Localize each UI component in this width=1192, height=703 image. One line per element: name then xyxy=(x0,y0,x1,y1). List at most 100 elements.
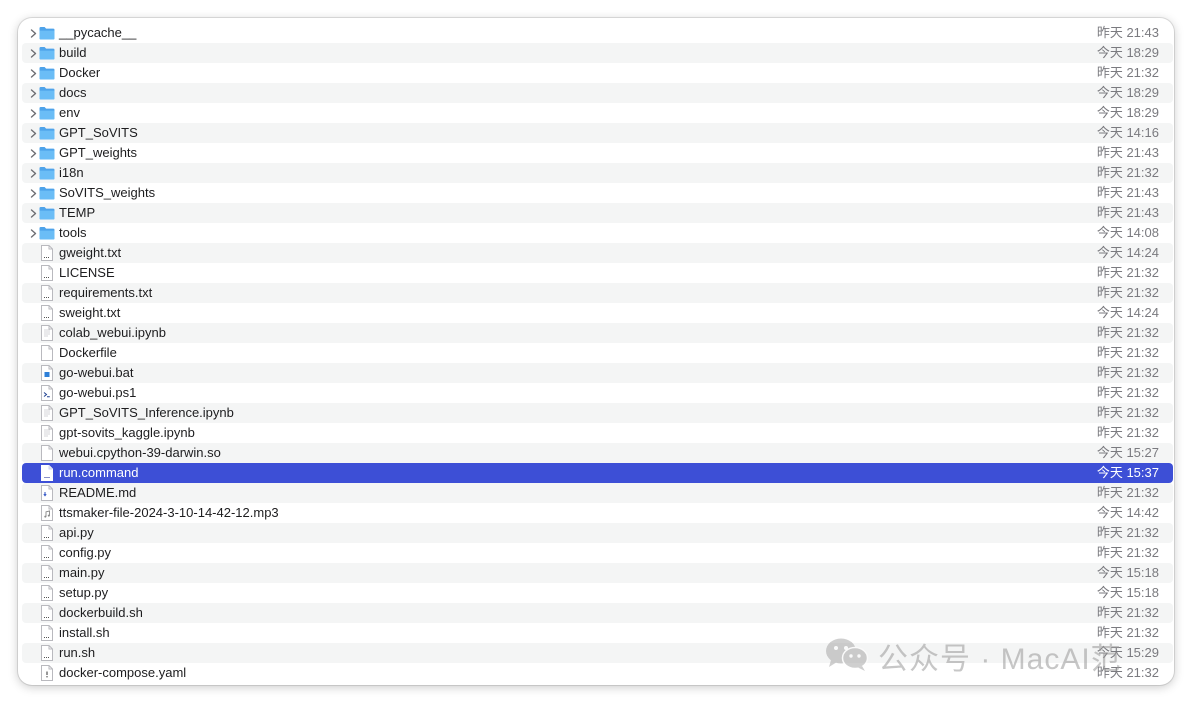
date-modified: 昨天 21:43 xyxy=(1096,145,1159,160)
text-file-icon xyxy=(39,605,55,621)
file-row[interactable]: GPT_SoVITS 今天 14:16 xyxy=(22,123,1173,143)
file-row[interactable]: tools 今天 14:08 xyxy=(22,223,1173,243)
date-modified: 昨天 21:32 xyxy=(1096,325,1159,340)
date-modified: 今天 15:27 xyxy=(1096,445,1159,460)
file-row[interactable]: GPT_SoVITS_Inference.ipynb 昨天 21:32 xyxy=(22,403,1173,423)
disclosure-chevron-icon[interactable] xyxy=(28,63,38,83)
file-name: GPT_SoVITS_Inference.ipynb xyxy=(59,405,234,420)
date-modified: 昨天 21:32 xyxy=(1096,425,1159,440)
disclosure-chevron-icon[interactable] xyxy=(28,83,38,103)
date-modified: 昨天 21:32 xyxy=(1096,345,1159,360)
file-row[interactable]: GPT_weights 昨天 21:43 xyxy=(22,143,1173,163)
file-row[interactable]: dockerbuild.sh 昨天 21:32 xyxy=(22,603,1173,623)
text-file-icon xyxy=(39,305,55,321)
file-name: TEMP xyxy=(59,205,96,220)
disclosure-chevron-icon[interactable] xyxy=(28,123,38,143)
text-file-icon xyxy=(39,525,55,541)
file-row[interactable]: __pycache__ 昨天 21:43 xyxy=(22,23,1173,43)
date-modified: 今天 14:24 xyxy=(1096,245,1159,260)
file-row[interactable]: SoVITS_weights 昨天 21:43 xyxy=(22,183,1173,203)
disclosure-chevron-icon[interactable] xyxy=(28,103,38,123)
file-name: go-webui.bat xyxy=(59,365,134,380)
date-modified: 今天 14:16 xyxy=(1096,125,1159,140)
finder-window: __pycache__ 昨天 21:43 build 今天 18:29 Docker 昨天… xyxy=(18,18,1174,685)
file-row[interactable]: env 今天 18:29 xyxy=(22,103,1173,123)
file-row[interactable]: setup.py 今天 15:18 xyxy=(22,583,1173,603)
file-row[interactable]: run.command 今天 15:37 xyxy=(22,463,1173,483)
file-name: main.py xyxy=(59,565,105,580)
file-name: __pycache__ xyxy=(59,25,137,40)
file-row[interactable]: Docker 昨天 21:32 xyxy=(22,63,1173,83)
file-name: requirements.txt xyxy=(59,285,153,300)
file-name: webui.cpython-39-darwin.so xyxy=(59,445,221,460)
file-row[interactable]: README.md 昨天 21:32 xyxy=(22,483,1173,503)
date-modified: 昨天 21:32 xyxy=(1096,525,1159,540)
bat-file-icon xyxy=(39,365,55,381)
text-file-icon xyxy=(39,645,55,661)
file-row[interactable]: Dockerfile 昨天 21:32 xyxy=(22,343,1173,363)
file-name: LICENSE xyxy=(59,265,115,280)
file-row[interactable]: docs 今天 18:29 xyxy=(22,83,1173,103)
yaml-file-icon xyxy=(39,665,55,681)
file-name: gweight.txt xyxy=(59,245,122,260)
file-row[interactable]: main.py 今天 15:18 xyxy=(22,563,1173,583)
date-modified: 昨天 21:32 xyxy=(1096,285,1159,300)
file-name: Dockerfile xyxy=(59,345,117,360)
disclosure-chevron-icon[interactable] xyxy=(28,223,38,243)
ps1-file-icon xyxy=(39,385,55,401)
file-row[interactable]: ttsmaker-file-2024-3-10-14-42-12.mp3 今天 1… xyxy=(22,503,1173,523)
file-name: run.command xyxy=(59,465,139,480)
folder-icon xyxy=(39,25,55,41)
file-row[interactable]: gweight.txt 今天 14:24 xyxy=(22,243,1173,263)
date-modified: 今天 18:29 xyxy=(1096,85,1159,100)
file-row[interactable]: TEMP 昨天 21:43 xyxy=(22,203,1173,223)
file-row[interactable]: run.sh 今天 15:29 xyxy=(22,643,1173,663)
notebook-file-icon xyxy=(39,405,55,421)
disclosure-chevron-icon[interactable] xyxy=(28,203,38,223)
date-modified: 昨天 21:32 xyxy=(1096,265,1159,280)
file-row[interactable]: go-webui.ps1 昨天 21:32 xyxy=(22,383,1173,403)
file-name: setup.py xyxy=(59,585,109,600)
file-name: ttsmaker-file-2024-3-10-14-42-12.mp3 xyxy=(59,505,279,520)
file-row[interactable]: i18n 昨天 21:32 xyxy=(22,163,1173,183)
file-row[interactable]: build 今天 18:29 xyxy=(22,43,1173,63)
disclosure-chevron-icon[interactable] xyxy=(28,163,38,183)
file-name: docs xyxy=(59,85,87,100)
date-modified: 昨天 21:43 xyxy=(1096,205,1159,220)
text-file-icon xyxy=(39,625,55,641)
folder-icon xyxy=(39,165,55,181)
file-row[interactable]: LICENSE 昨天 21:32 xyxy=(22,263,1173,283)
date-modified: 昨天 21:32 xyxy=(1096,365,1159,380)
file-name: go-webui.ps1 xyxy=(59,385,137,400)
file-row[interactable]: config.py 昨天 21:32 xyxy=(22,543,1173,563)
date-modified: 昨天 21:32 xyxy=(1096,545,1159,560)
file-name: api.py xyxy=(59,525,94,540)
file-row[interactable]: api.py 昨天 21:32 xyxy=(22,523,1173,543)
folder-icon xyxy=(39,225,55,241)
disclosure-chevron-icon[interactable] xyxy=(28,183,38,203)
date-modified: 昨天 21:43 xyxy=(1096,185,1159,200)
file-name: README.md xyxy=(59,485,137,500)
notebook-file-icon xyxy=(39,425,55,441)
date-modified: 今天 18:29 xyxy=(1096,105,1159,120)
file-row[interactable]: colab_webui.ipynb 昨天 21:32 xyxy=(22,323,1173,343)
folder-icon xyxy=(39,65,55,81)
text-file-icon xyxy=(39,265,55,281)
file-name: GPT_SoVITS xyxy=(59,125,138,140)
file-row[interactable]: install.sh 昨天 21:32 xyxy=(22,623,1173,643)
date-modified: 今天 18:29 xyxy=(1096,45,1159,60)
file-row[interactable]: webui.cpython-39-darwin.so 今天 15:27 xyxy=(22,443,1173,463)
file-name: Docker xyxy=(59,65,101,80)
date-modified: 今天 15:29 xyxy=(1096,645,1159,660)
file-row[interactable]: sweight.txt 今天 14:24 xyxy=(22,303,1173,323)
file-row[interactable]: docker-compose.yaml 昨天 21:32 xyxy=(22,663,1173,683)
file-row[interactable]: requirements.txt 昨天 21:32 xyxy=(22,283,1173,303)
file-name: env xyxy=(59,105,80,120)
file-row[interactable]: gpt-sovits_kaggle.ipynb 昨天 21:32 xyxy=(22,423,1173,443)
disclosure-chevron-icon[interactable] xyxy=(28,43,38,63)
file-name: config.py xyxy=(59,545,112,560)
disclosure-chevron-icon[interactable] xyxy=(28,143,38,163)
markdown-file-icon xyxy=(39,485,55,501)
disclosure-chevron-icon[interactable] xyxy=(28,23,38,43)
file-row[interactable]: go-webui.bat 昨天 21:32 xyxy=(22,363,1173,383)
